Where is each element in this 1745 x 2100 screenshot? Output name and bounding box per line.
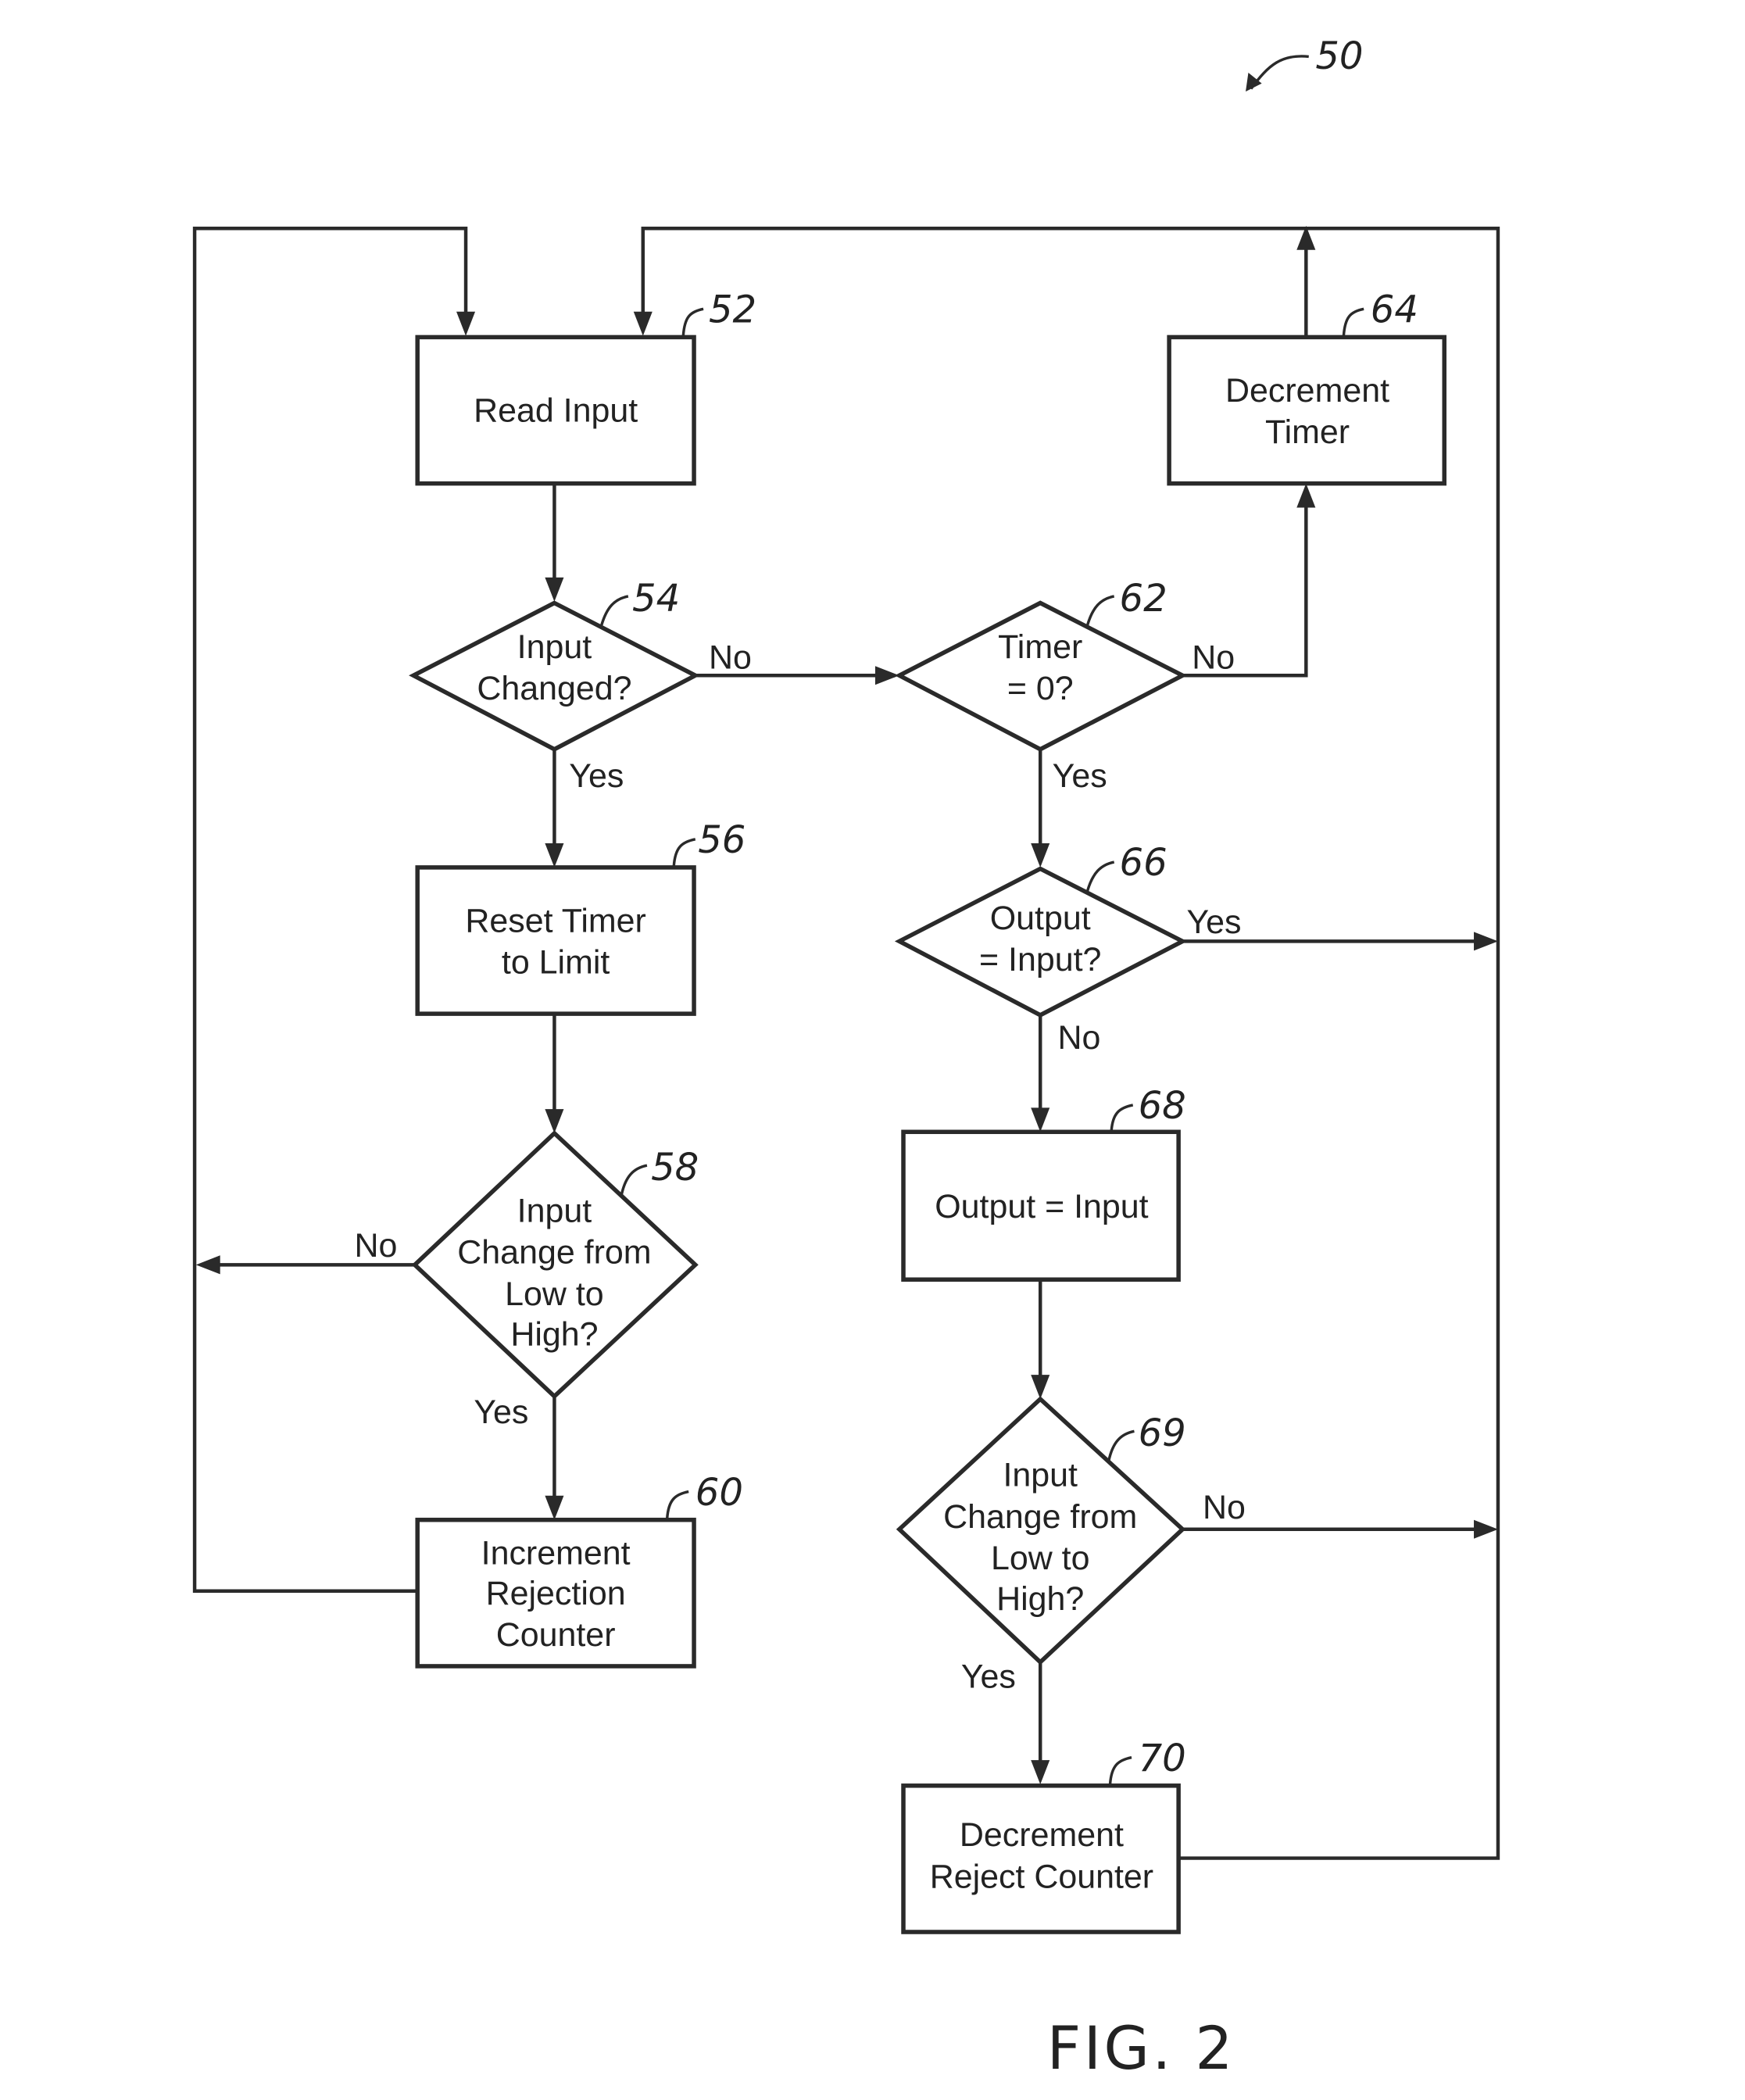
edge-58-yes-label: Yes	[474, 1393, 528, 1431]
node-64-ref: 64	[1371, 288, 1418, 332]
node-69-line-3: Low to	[991, 1540, 1090, 1577]
arrow-into-60	[545, 1495, 564, 1520]
node-input-changed: Input Changed? 54 No Yes	[409, 577, 752, 795]
node-52-ref: 52	[709, 288, 756, 332]
node-62-line-1: Timer	[998, 628, 1082, 666]
node-69-line-2: Change from	[943, 1498, 1137, 1536]
figure-reference: 50	[1246, 34, 1364, 92]
node-left-low-to-high: Input Change from Low to High? 58 No Yes	[354, 1130, 699, 1431]
arrow-into-68	[1031, 1107, 1050, 1132]
node-58-line-3: Low to	[505, 1275, 604, 1313]
node-60-line-2: Rejection	[486, 1575, 626, 1612]
arrow-into-69	[1031, 1375, 1050, 1400]
arrow-into-66	[1031, 843, 1050, 868]
node-right-low-to-high: Input Change from Low to High? 69 No Yes	[896, 1396, 1246, 1695]
node-56-line-1: Reset Timer	[465, 902, 645, 939]
node-56-ref: 56	[698, 818, 746, 862]
node-timer-zero: Timer = 0? 62 No Yes	[894, 577, 1235, 795]
node-70-line-1: Decrement	[960, 1816, 1124, 1854]
node-66-ref: 66	[1120, 841, 1168, 885]
arrow-66-yes	[1474, 932, 1498, 951]
flowchart: 50 Read Input 52 Decrement Timer 64 Inpu…	[192, 34, 1500, 2083]
node-increment-rejection-counter: Increment Rejection Counter 60	[415, 1471, 743, 1669]
node-54-line-2: Changed?	[477, 670, 631, 707]
edge-69-yes-label: Yes	[961, 1658, 1016, 1695]
node-58-line-1: Input	[517, 1192, 592, 1229]
node-66-line-2: = Input?	[979, 941, 1101, 978]
arrow-58-no	[195, 1255, 220, 1275]
edge-54-yes-label: Yes	[569, 757, 624, 795]
node-54-ref: 54	[632, 577, 680, 621]
node-64-line-2: Timer	[1265, 413, 1350, 451]
arrow-into-52-left	[456, 311, 476, 336]
node-60-line-3: Counter	[496, 1616, 616, 1654]
node-reset-timer: Reset Timer to Limit 56	[415, 818, 746, 1016]
edge-62-yes-label: Yes	[1053, 757, 1107, 795]
edge-58-no-label: No	[354, 1227, 397, 1265]
node-62-line-2: = 0?	[1007, 670, 1074, 707]
node-60-ref: 60	[695, 1471, 743, 1515]
node-64-line-1: Decrement	[1225, 372, 1389, 410]
node-69-line-4: High?	[996, 1580, 1084, 1618]
edge-54-no-label: No	[709, 639, 752, 677]
node-output-equals-input-check: Output = Input? 66 Yes No	[894, 841, 1241, 1057]
node-70-ref: 70	[1139, 1737, 1186, 1780]
node-62-ref: 62	[1120, 577, 1168, 621]
edge-69-no-label: No	[1203, 1489, 1246, 1526]
arrow-into-58	[545, 1109, 564, 1133]
node-69-ref: 69	[1139, 1411, 1186, 1455]
node-54-line-1: Input	[517, 628, 592, 666]
arrow-into-54	[545, 577, 564, 602]
node-66-line-1: Output	[990, 900, 1091, 937]
arrow-into-64	[1296, 483, 1316, 508]
node-70-line-2: Reject Counter	[930, 1858, 1153, 1895]
arrow-into-56	[545, 843, 564, 868]
edge-62-no-label: No	[1192, 639, 1235, 677]
node-60-line-1: Increment	[481, 1534, 631, 1572]
arrow-into-70	[1031, 1760, 1050, 1785]
node-52-line-1: Read Input	[474, 392, 638, 430]
node-58-ref: 58	[651, 1146, 699, 1190]
edge-66-yes-label: Yes	[1186, 903, 1241, 941]
figure-ref-number: 50	[1315, 34, 1363, 78]
node-58-line-4: High?	[510, 1315, 598, 1353]
arrow-into-52-right	[633, 311, 653, 336]
node-69-line-1: Input	[1003, 1457, 1078, 1494]
node-68-ref: 68	[1139, 1084, 1186, 1128]
node-58-line-2: Change from	[457, 1234, 651, 1272]
node-56-line-2: to Limit	[502, 944, 610, 982]
edge-66-no-label: No	[1058, 1019, 1101, 1057]
arrow-69-no	[1474, 1519, 1498, 1539]
node-68-line-1: Output = Input	[935, 1188, 1148, 1225]
figure-caption: FIG. 2	[1047, 2014, 1235, 2083]
